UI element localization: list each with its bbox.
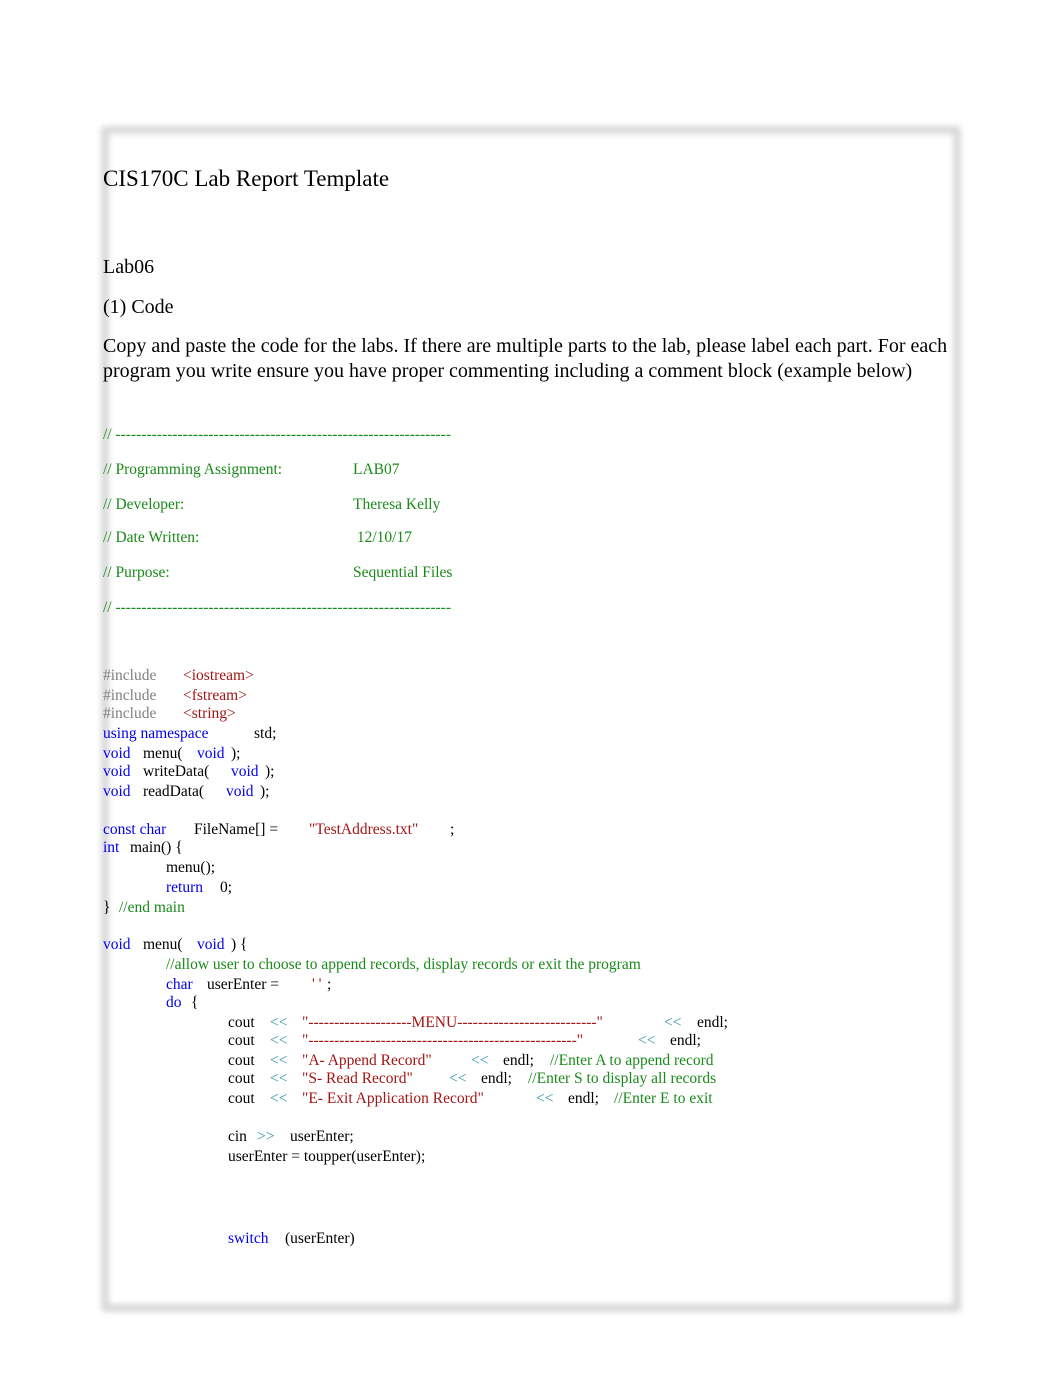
semicolon: ;	[327, 976, 332, 993]
return-keyword: return	[166, 879, 204, 896]
instructions-paragraph: Copy and paste the code for the labs. If…	[103, 335, 948, 382]
shift-operator: <<	[270, 1090, 288, 1107]
cin-target: userEnter;	[290, 1128, 354, 1145]
include-header: <string>	[183, 705, 236, 722]
using-keyword: using namespace	[103, 725, 209, 742]
include-directive: #include	[103, 687, 157, 704]
cout-keyword: cout	[228, 1032, 255, 1049]
void-keyword: void	[103, 745, 131, 762]
void-keyword: void	[103, 763, 131, 780]
filename-decl: FileName[] =	[194, 821, 279, 838]
menu-def-end: ) {	[231, 936, 248, 953]
void-keyword: void	[103, 783, 131, 800]
shift-operator: <<	[536, 1090, 554, 1107]
shift-operator: >>	[257, 1128, 275, 1145]
proto-name: readData(	[143, 783, 205, 800]
comment-value: 12/10/17	[353, 529, 412, 546]
comment-value: LAB07	[353, 461, 400, 478]
cout-string: "S- Read Record"	[302, 1070, 413, 1087]
menu-comment: //allow user to choose to append records…	[166, 956, 641, 973]
namespace-name: std;	[254, 725, 277, 742]
comment-value: Sequential Files	[353, 564, 453, 581]
comment-label: // Programming Assignment:	[103, 461, 283, 478]
switch-expr: (userEnter)	[285, 1230, 355, 1247]
comment-label: // Date Written:	[103, 529, 200, 546]
semicolon: ;	[450, 821, 455, 838]
proto-end: );	[231, 745, 241, 762]
toupper-line: userEnter = toupper(userEnter);	[228, 1148, 426, 1165]
document-title: CIS170C Lab Report Template	[103, 166, 390, 191]
proto-end: );	[265, 763, 275, 780]
shift-operator: <<	[270, 1014, 288, 1031]
include-header: <iostream>	[183, 667, 254, 684]
comment-label: // Purpose:	[103, 564, 170, 581]
main-signature: main() {	[130, 839, 183, 856]
open-brace: {	[191, 994, 199, 1011]
void-keyword: void	[197, 936, 225, 953]
shift-operator: <<	[270, 1070, 288, 1087]
do-keyword: do	[166, 994, 182, 1011]
line-comment: //Enter A to append record	[550, 1052, 714, 1069]
comment-value: Theresa Kelly	[353, 496, 441, 513]
shift-operator: <<	[270, 1032, 288, 1049]
menu-call: menu();	[166, 859, 216, 876]
void-keyword: void	[103, 936, 131, 953]
cout-keyword: cout	[228, 1052, 255, 1069]
proto-name: writeData(	[143, 763, 210, 780]
cout-keyword: cout	[228, 1014, 255, 1031]
shift-operator: <<	[471, 1052, 489, 1069]
menu-def-name: menu(	[143, 936, 183, 953]
end-main-comment: //end main	[119, 899, 185, 916]
shift-operator: <<	[270, 1052, 288, 1069]
void-keyword: void	[226, 783, 254, 800]
comment-rule-bottom: // -------------------------------------…	[103, 599, 451, 616]
switch-keyword: switch	[228, 1230, 269, 1247]
line-comment: //Enter E to exit	[614, 1090, 713, 1107]
comment-rule-top: // -------------------------------------…	[103, 426, 451, 443]
shift-operator: <<	[449, 1070, 467, 1087]
cin-keyword: cin	[228, 1128, 247, 1145]
endl: endl;	[670, 1032, 701, 1049]
cout-string: "---------------------------------------…	[302, 1032, 584, 1049]
close-brace: }	[103, 899, 111, 916]
cout-string: "E- Exit Application Record"	[302, 1090, 484, 1107]
cout-string: "A- Append Record"	[302, 1052, 432, 1069]
void-keyword: void	[231, 763, 259, 780]
comment-label: // Developer:	[103, 496, 185, 513]
const-keyword: const char	[103, 821, 167, 838]
endl: endl;	[503, 1052, 534, 1069]
return-value: 0;	[220, 879, 233, 896]
void-keyword: void	[197, 745, 225, 762]
filename-string: "TestAddress.txt"	[309, 821, 419, 838]
section-heading: (1) Code	[103, 296, 174, 318]
include-directive: #include	[103, 667, 157, 684]
proto-end: );	[260, 783, 270, 800]
proto-name: menu(	[143, 745, 183, 762]
char-literal: ' '	[312, 976, 322, 993]
cout-keyword: cout	[228, 1090, 255, 1107]
endl: endl;	[481, 1070, 512, 1087]
cout-keyword: cout	[228, 1070, 255, 1087]
lab-name: Lab06	[103, 256, 155, 278]
include-directive: #include	[103, 705, 157, 722]
shift-operator: <<	[664, 1014, 682, 1031]
cout-string: "--------------------MENU---------------…	[302, 1014, 603, 1031]
user-enter-decl: userEnter =	[207, 976, 280, 993]
line-comment: //Enter S to display all records	[528, 1070, 717, 1087]
int-keyword: int	[103, 839, 120, 856]
endl: endl;	[697, 1014, 728, 1031]
shift-operator: <<	[638, 1032, 656, 1049]
include-header: <fstream>	[183, 687, 247, 704]
endl: endl;	[568, 1090, 599, 1107]
char-keyword: char	[166, 976, 193, 993]
